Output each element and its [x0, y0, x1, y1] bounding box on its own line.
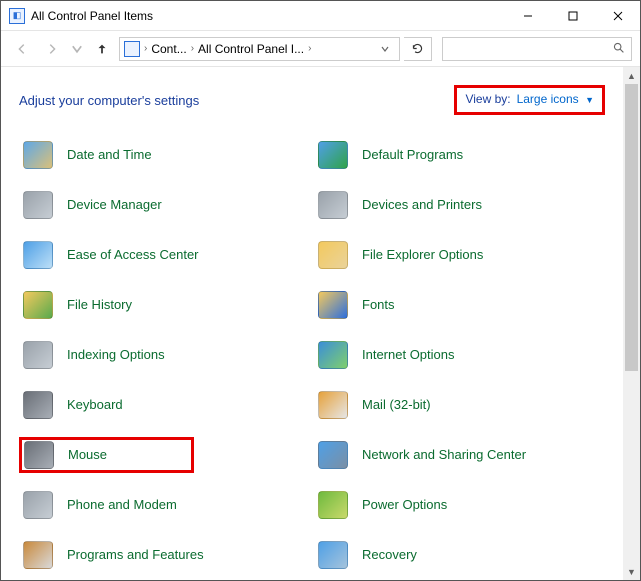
- search-icon[interactable]: [612, 41, 625, 57]
- cpl-item-label: Keyboard: [67, 397, 123, 413]
- cpl-item-mouse[interactable]: Mouse: [19, 437, 194, 473]
- internet-options-icon: [316, 338, 350, 372]
- vertical-scrollbar[interactable]: ▲ ▼: [623, 67, 640, 580]
- phone-modem-icon: [21, 488, 55, 522]
- maximize-button[interactable]: [550, 1, 595, 31]
- network-sharing-icon: [316, 438, 350, 472]
- cpl-item-file-explorer-options[interactable]: File Explorer Options: [314, 237, 605, 273]
- programs-features-icon: [21, 538, 55, 572]
- mail-icon: [316, 388, 350, 422]
- cpl-item-label: Internet Options: [362, 347, 455, 363]
- chevron-right-icon: ›: [308, 43, 311, 54]
- address-dropdown-icon[interactable]: [375, 44, 395, 54]
- cpl-item-label: Mail (32-bit): [362, 397, 431, 413]
- cpl-item-fonts[interactable]: Fonts: [314, 287, 605, 323]
- page-title: Adjust your computer's settings: [19, 93, 199, 108]
- cpl-item-label: Network and Sharing Center: [362, 447, 526, 463]
- scroll-up-button[interactable]: ▲: [623, 67, 640, 84]
- cpl-item-label: Recovery: [362, 547, 417, 563]
- file-explorer-options-icon: [316, 238, 350, 272]
- file-history-icon: [21, 288, 55, 322]
- forward-button[interactable]: [39, 36, 65, 62]
- ease-of-access-icon: [21, 238, 55, 272]
- breadcrumb-part-1[interactable]: Cont...: [151, 42, 186, 56]
- up-button[interactable]: [89, 36, 115, 62]
- chevron-right-icon: ›: [144, 43, 147, 54]
- cpl-item-ease-of-access[interactable]: Ease of Access Center: [19, 237, 310, 273]
- cpl-item-devices-printers[interactable]: Devices and Printers: [314, 187, 605, 223]
- cpl-item-label: Phone and Modem: [67, 497, 177, 513]
- breadcrumb-root-icon: [124, 41, 140, 57]
- cpl-item-label: Date and Time: [67, 147, 152, 163]
- search-box[interactable]: [442, 37, 632, 61]
- cpl-item-label: Devices and Printers: [362, 197, 482, 213]
- close-button[interactable]: [595, 1, 640, 31]
- cpl-item-label: File History: [67, 297, 132, 313]
- cpl-item-mail[interactable]: Mail (32-bit): [314, 387, 605, 423]
- cpl-item-power-options[interactable]: Power Options: [314, 487, 605, 523]
- scroll-thumb[interactable]: [625, 84, 638, 371]
- search-input[interactable]: [449, 42, 612, 56]
- cpl-item-indexing-options[interactable]: Indexing Options: [19, 337, 310, 373]
- header-row: Adjust your computer's settings View by:…: [19, 85, 605, 115]
- cpl-item-label: Programs and Features: [67, 547, 204, 563]
- cpl-item-label: Power Options: [362, 497, 447, 513]
- cpl-item-internet-options[interactable]: Internet Options: [314, 337, 605, 373]
- address-bar[interactable]: › Cont... › All Control Panel I... ›: [119, 37, 400, 61]
- icon-grid: Date and Time Default Programs Device Mana…: [19, 137, 605, 573]
- device-manager-icon: [21, 188, 55, 222]
- control-panel-icon: ◧: [9, 8, 25, 24]
- minimize-button[interactable]: [505, 1, 550, 31]
- recovery-icon: [316, 538, 350, 572]
- breadcrumb-part-2[interactable]: All Control Panel I...: [198, 42, 304, 56]
- cpl-item-programs-features[interactable]: Programs and Features: [19, 537, 310, 573]
- cpl-item-phone-modem[interactable]: Phone and Modem: [19, 487, 310, 523]
- scroll-track[interactable]: [623, 84, 640, 563]
- window-title: All Control Panel Items: [31, 9, 153, 23]
- cpl-item-label: Device Manager: [67, 197, 162, 213]
- cpl-item-label: Mouse: [68, 447, 107, 463]
- cpl-item-network-sharing[interactable]: Network and Sharing Center: [314, 437, 605, 473]
- cpl-item-date-time[interactable]: Date and Time: [19, 137, 310, 173]
- content-wrap: Adjust your computer's settings View by:…: [1, 67, 640, 580]
- back-button[interactable]: [9, 36, 35, 62]
- fonts-icon: [316, 288, 350, 322]
- cpl-item-default-programs[interactable]: Default Programs: [314, 137, 605, 173]
- window-controls: [505, 1, 640, 31]
- cpl-item-recovery[interactable]: Recovery: [314, 537, 605, 573]
- cpl-item-file-history[interactable]: File History: [19, 287, 310, 323]
- cpl-item-keyboard[interactable]: Keyboard: [19, 387, 310, 423]
- mouse-icon: [22, 438, 56, 472]
- chevron-down-icon: ▼: [585, 95, 594, 105]
- power-options-icon: [316, 488, 350, 522]
- content-area: Adjust your computer's settings View by:…: [1, 67, 623, 580]
- titlebar: ◧ All Control Panel Items: [1, 1, 640, 31]
- cpl-item-label: Fonts: [362, 297, 395, 313]
- indexing-options-icon: [21, 338, 55, 372]
- refresh-button[interactable]: [404, 37, 432, 61]
- navbar: › Cont... › All Control Panel I... ›: [1, 31, 640, 67]
- view-by-label: View by:: [465, 92, 510, 106]
- cpl-item-label: Ease of Access Center: [67, 247, 199, 263]
- cpl-item-label: Default Programs: [362, 147, 463, 163]
- view-by-control[interactable]: View by: Large icons ▼: [454, 85, 605, 115]
- date-time-icon: [21, 138, 55, 172]
- keyboard-icon: [21, 388, 55, 422]
- cpl-item-label: File Explorer Options: [362, 247, 483, 263]
- cpl-item-label: Indexing Options: [67, 347, 165, 363]
- recent-dropdown[interactable]: [69, 36, 85, 62]
- default-programs-icon: [316, 138, 350, 172]
- cpl-item-device-manager[interactable]: Device Manager: [19, 187, 310, 223]
- view-by-value[interactable]: Large icons: [517, 92, 579, 106]
- scroll-down-button[interactable]: ▼: [623, 563, 640, 580]
- chevron-right-icon: ›: [191, 43, 194, 54]
- devices-printers-icon: [316, 188, 350, 222]
